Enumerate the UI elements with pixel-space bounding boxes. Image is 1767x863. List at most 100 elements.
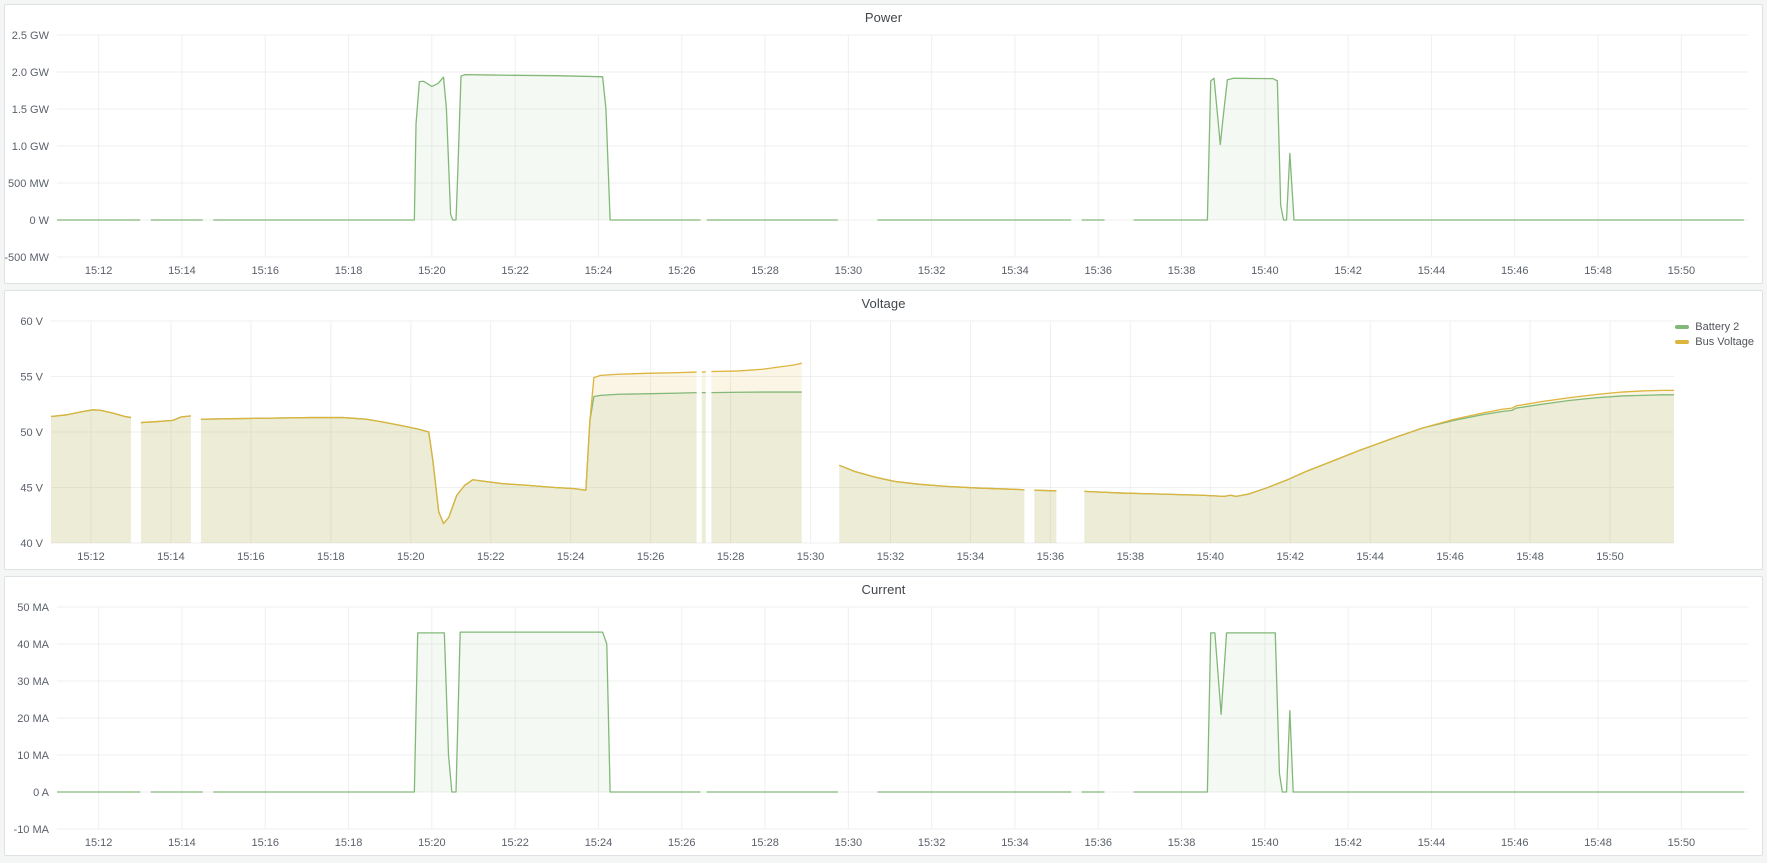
y-axis-tick-label: 60 V [20, 316, 43, 328]
dashboard: Power 2.5 GW2.0 GW1.5 GW1.0 GW500 MW0 W-… [0, 0, 1767, 860]
x-axis-tick-label: 15:40 [1251, 265, 1279, 277]
chart-legend: Battery 2 Bus Voltage [1675, 321, 1754, 348]
series-area [711, 363, 801, 543]
x-axis-tick-label: 15:24 [585, 265, 613, 277]
x-axis-tick-label: 15:26 [668, 265, 696, 277]
panel-title-voltage[interactable]: Voltage [5, 296, 1762, 311]
x-axis-tick-label: 15:42 [1276, 551, 1304, 563]
x-axis-tick-label: 15:16 [251, 837, 279, 849]
y-axis-tick-label: 20 MA [17, 713, 49, 725]
x-axis-tick-label: 15:18 [335, 265, 363, 277]
current-chart[interactable]: 50 MA40 MA30 MA20 MA10 MA0 A-10 MA15:121… [5, 577, 1762, 855]
x-axis-tick-label: 15:12 [85, 265, 113, 277]
power-panel: Power 2.5 GW2.0 GW1.5 GW1.0 GW500 MW0 W-… [4, 4, 1763, 284]
x-axis-tick-label: 15:50 [1596, 551, 1624, 563]
x-axis-tick-label: 15:50 [1668, 837, 1696, 849]
series-area [141, 416, 191, 543]
x-axis-tick-label: 15:44 [1418, 265, 1446, 277]
x-axis-tick-label: 15:12 [77, 551, 105, 563]
legend-item-bus-voltage[interactable]: Bus Voltage [1675, 336, 1754, 348]
x-axis-tick-label: 15:26 [637, 551, 665, 563]
legend-label: Battery 2 [1695, 321, 1739, 333]
series-line [711, 392, 801, 393]
x-axis-tick-label: 15:20 [418, 837, 446, 849]
legend-swatch [1675, 340, 1689, 344]
x-axis-tick-label: 15:42 [1334, 265, 1362, 277]
series-area [702, 372, 706, 543]
x-axis-tick-label: 15:36 [1037, 551, 1065, 563]
x-axis-tick-label: 15:48 [1584, 265, 1612, 277]
x-axis-tick-label: 15:24 [585, 837, 613, 849]
x-axis-tick-label: 15:46 [1501, 265, 1529, 277]
x-axis-tick-label: 15:40 [1197, 551, 1225, 563]
x-axis-tick-label: 15:14 [157, 551, 185, 563]
x-axis-tick-label: 15:14 [168, 837, 196, 849]
y-axis-tick-label: 10 MA [17, 750, 49, 762]
x-axis-tick-label: 15:20 [397, 551, 425, 563]
x-axis-tick-label: 15:48 [1516, 551, 1544, 563]
x-axis-tick-label: 15:38 [1117, 551, 1145, 563]
x-axis-tick-label: 15:30 [835, 837, 863, 849]
x-axis-tick-label: 15:30 [797, 551, 825, 563]
x-axis-tick-label: 15:12 [85, 837, 113, 849]
x-axis-tick-label: 15:18 [317, 551, 345, 563]
x-axis-tick-label: 15:36 [1084, 837, 1112, 849]
legend-item-battery-2[interactable]: Battery 2 [1675, 321, 1754, 333]
x-axis-tick-label: 15:46 [1436, 551, 1464, 563]
x-axis-tick-label: 15:48 [1584, 837, 1612, 849]
y-axis-tick-label: 0 A [33, 787, 50, 799]
x-axis-tick-label: 15:32 [918, 265, 946, 277]
y-axis-tick-label: 40 V [20, 538, 43, 550]
y-axis-tick-label: 40 MA [17, 639, 49, 651]
x-axis-tick-label: 15:18 [335, 837, 363, 849]
x-axis-tick-label: 15:14 [168, 265, 196, 277]
y-axis-tick-label: 0 W [29, 215, 49, 227]
y-axis-tick-label: 50 V [20, 427, 43, 439]
y-axis-tick-label: -500 MW [5, 252, 50, 264]
x-axis-tick-label: 15:30 [835, 265, 863, 277]
panel-title-current[interactable]: Current [5, 582, 1762, 597]
x-axis-tick-label: 15:16 [251, 265, 279, 277]
y-axis-tick-label: 55 V [20, 372, 43, 384]
x-axis-tick-label: 15:40 [1251, 837, 1279, 849]
y-axis-tick-label: 2.0 GW [12, 67, 50, 79]
x-axis-tick-label: 15:32 [877, 551, 905, 563]
y-axis-tick-label: 1.0 GW [12, 141, 50, 153]
x-axis-tick-label: 15:34 [957, 551, 985, 563]
x-axis-tick-label: 15:28 [751, 837, 779, 849]
series-line [213, 632, 700, 792]
x-axis-tick-label: 15:22 [501, 265, 529, 277]
y-axis-tick-label: 30 MA [17, 676, 49, 688]
series-line [1034, 490, 1056, 491]
legend-swatch [1675, 325, 1689, 329]
x-axis-tick-label: 15:38 [1168, 265, 1196, 277]
x-axis-tick-label: 15:20 [418, 265, 446, 277]
series-area [839, 465, 1024, 543]
voltage-panel: Voltage 60 V 55 V 50 V 45 V 40 V 15:12 15:14 15… [4, 290, 1763, 570]
series-line [213, 75, 700, 220]
x-axis-tick-label: 15:34 [1001, 265, 1029, 277]
series-area [1084, 390, 1674, 543]
panel-title-power[interactable]: Power [5, 10, 1762, 25]
y-axis-tick-label: 1.5 GW [12, 104, 50, 116]
x-axis-tick-label: 15:44 [1356, 551, 1384, 563]
series-area [51, 410, 131, 543]
y-axis-tick-label: 500 MW [8, 178, 50, 190]
x-axis-tick-label: 15:50 [1668, 265, 1696, 277]
x-axis-tick-label: 15:38 [1168, 837, 1196, 849]
x-axis-tick-label: 15:34 [1001, 837, 1029, 849]
x-axis-tick-label: 15:28 [751, 265, 779, 277]
x-axis-tick-label: 15:36 [1084, 265, 1112, 277]
x-axis-tick-label: 15:24 [557, 551, 585, 563]
x-axis-tick-label: 15:26 [668, 837, 696, 849]
x-axis-tick-label: 15:46 [1501, 837, 1529, 849]
y-axis-tick-label: -10 MA [14, 824, 50, 836]
x-axis-tick-label: 15:28 [717, 551, 745, 563]
x-axis-tick-label: 15:16 [237, 551, 265, 563]
legend-label: Bus Voltage [1695, 336, 1754, 348]
x-axis-tick-label: 15:44 [1418, 837, 1446, 849]
power-chart[interactable]: 2.5 GW2.0 GW1.5 GW1.0 GW500 MW0 W-500 MW… [5, 5, 1762, 283]
x-axis-tick-label: 15:22 [501, 837, 529, 849]
voltage-chart[interactable]: 60 V 55 V 50 V 45 V 40 V 15:12 15:14 15:16 15:18… [5, 291, 1762, 569]
y-axis-tick-label: 45 V [20, 483, 43, 495]
